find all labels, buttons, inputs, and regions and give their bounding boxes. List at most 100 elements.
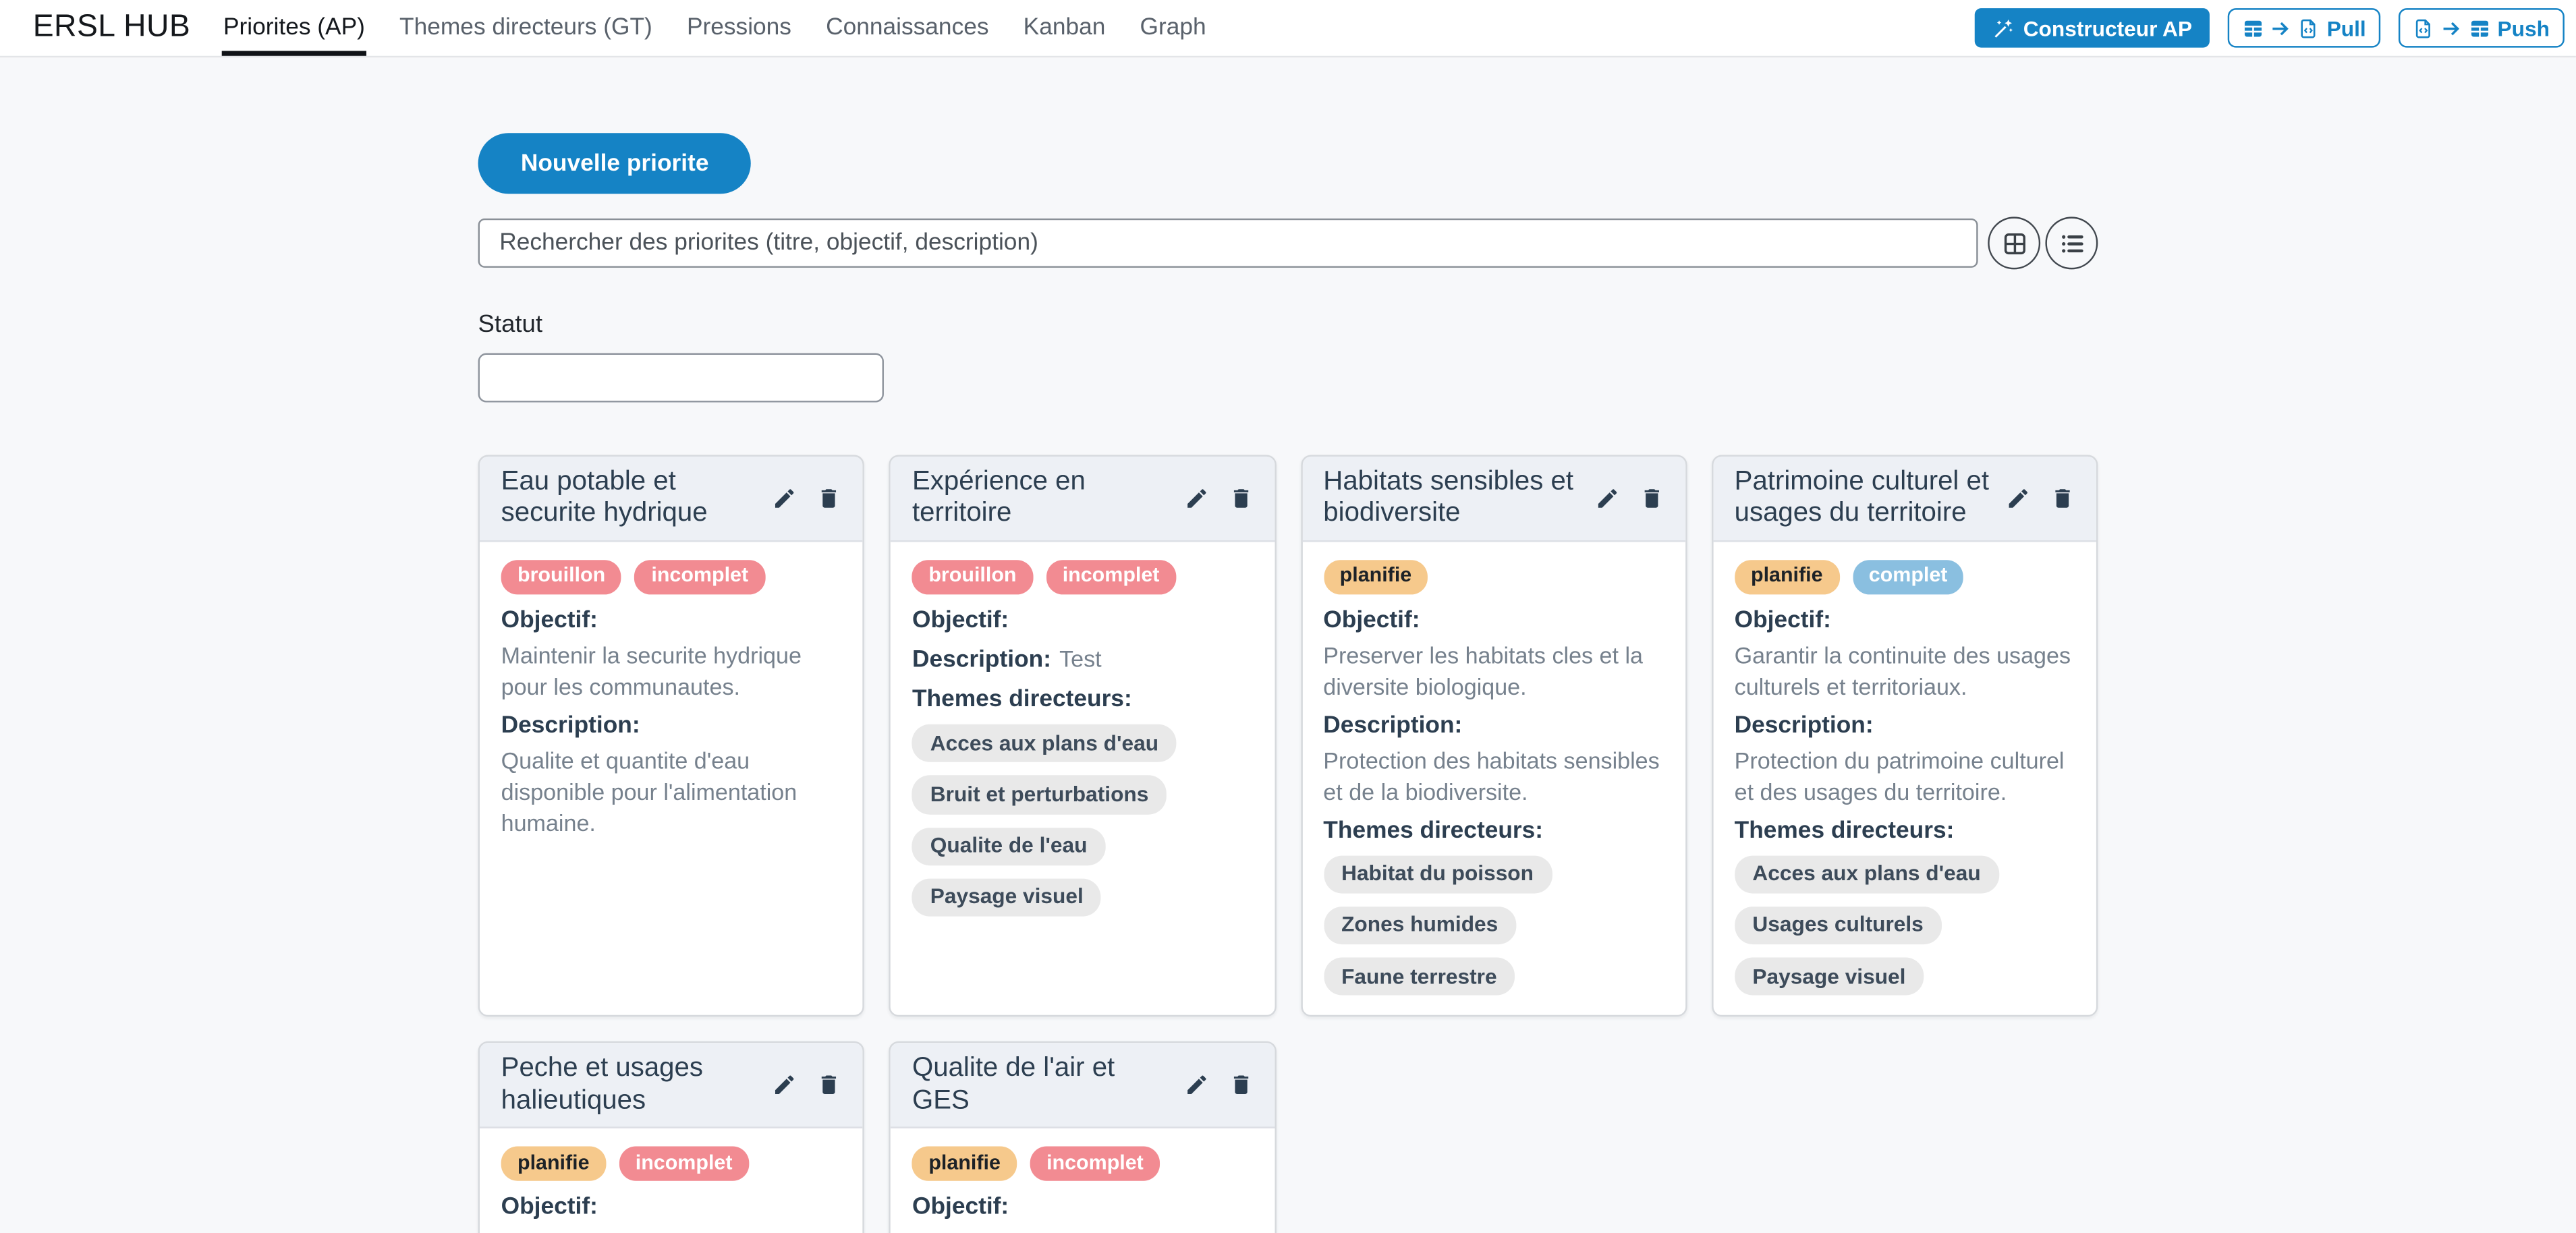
edit-button[interactable] xyxy=(1183,1073,1208,1098)
description-label: Description: xyxy=(1323,710,1664,741)
edit-button[interactable] xyxy=(1183,486,1208,511)
card-body: brouillonincomplet Objectif: Description… xyxy=(891,542,1274,936)
app-brand: ERSL HUB xyxy=(33,10,191,47)
pull-button[interactable]: Pull xyxy=(2229,8,2381,47)
grid-view-icon xyxy=(2000,229,2027,257)
priority-card: Patrimoine culturel et usages du territo… xyxy=(1712,455,2098,1016)
objectif-value: Preserver les habitats cles et la divers… xyxy=(1323,641,1664,703)
card-body: planifieincomplet Objectif: Reduire les … xyxy=(891,1128,1274,1233)
card-actions xyxy=(1183,1073,1252,1098)
delete-button[interactable] xyxy=(1228,1073,1253,1098)
edit-button[interactable] xyxy=(2006,486,2031,511)
card-title: Patrimoine culturel et usages du territo… xyxy=(1735,467,1993,531)
status-badges: brouillonincomplet xyxy=(912,560,1253,594)
search-row xyxy=(478,217,2098,269)
tab-pressions[interactable]: Pressions xyxy=(685,0,793,56)
grid-view-button[interactable] xyxy=(1988,217,2040,269)
search-input[interactable] xyxy=(478,219,1978,268)
card-title: Qualite de l'air et GES xyxy=(912,1053,1171,1117)
topbar-actions: Constructeur AP xyxy=(1974,0,2565,56)
tab-connaissances[interactable]: Connaissances xyxy=(824,0,990,56)
trash-icon xyxy=(817,1073,842,1098)
edit-button[interactable] xyxy=(1595,486,1620,511)
status-badge-planifie: planifie xyxy=(501,1147,606,1180)
tab-graph[interactable]: Graph xyxy=(1138,0,1208,56)
file-code-icon xyxy=(2413,18,2435,39)
delete-button[interactable] xyxy=(817,486,842,511)
objectif-value: Reduire les emissions et proteger la qua… xyxy=(912,1228,1253,1233)
themes-chips: Acces aux plans d'eauUsages culturelsPay… xyxy=(1735,855,2075,996)
statut-select[interactable] xyxy=(478,353,884,403)
status-badge-incomplet: incomplet xyxy=(619,1147,748,1180)
delete-button[interactable] xyxy=(2050,486,2075,511)
theme-chip-zones-humides: Zones humides xyxy=(1323,907,1516,945)
theme-chip-acces-aux-plans-d-eau: Acces aux plans d'eau xyxy=(912,724,1177,763)
card-actions xyxy=(1183,486,1252,511)
pencil-icon xyxy=(2006,486,2031,511)
delete-button[interactable] xyxy=(1228,486,1253,511)
description-inline-value: Test xyxy=(1059,646,1102,672)
card-actions xyxy=(1595,486,1664,511)
objectif-value: Assurer des conditions favorables a la p… xyxy=(501,1228,842,1233)
themes-label: Themes directeurs: xyxy=(1323,815,1664,847)
status-badge-planifie: planifie xyxy=(1323,560,1428,594)
status-badge-complet: complet xyxy=(1852,560,1963,594)
theme-chip-qualite-de-l-eau: Qualite de l'eau xyxy=(912,827,1105,865)
description-value: Protection des habitats sensibles et de … xyxy=(1323,747,1664,808)
description-value: Protection du patrimoine culturel et des… xyxy=(1735,747,2075,808)
tab-priorites-ap[interactable]: Priorites (AP) xyxy=(222,0,367,56)
table-icon xyxy=(2243,18,2265,39)
tab-kanban[interactable]: Kanban xyxy=(1021,0,1107,56)
card-title: Expérience en territoire xyxy=(912,467,1171,531)
tab-themes-directeurs-gt[interactable]: Themes directeurs (GT) xyxy=(398,0,654,56)
theme-chip-bruit-et-perturbations: Bruit et perturbations xyxy=(912,776,1167,814)
delete-button[interactable] xyxy=(1639,486,1664,511)
trash-icon xyxy=(2050,486,2075,511)
pencil-icon xyxy=(773,486,797,511)
priority-card: Qualite de l'air et GES xyxy=(889,1041,1276,1233)
priority-cards-grid: Eau potable et securite hydrique xyxy=(478,455,2098,1233)
objectif-label: Objectif: xyxy=(501,1192,842,1223)
status-badges: planifie xyxy=(1323,560,1664,594)
card-title: Eau potable et securite hydrique xyxy=(501,467,760,531)
themes-chips: Habitat du poisson Zones humides Faune ter… xyxy=(1323,855,1664,996)
list-view-button[interactable] xyxy=(2045,217,2098,269)
themes-chips: Acces aux plans d'eau Bruit et perturbati… xyxy=(912,724,1253,917)
magic-wand-icon xyxy=(1992,18,2013,39)
main-content: Nouvelle priorite xyxy=(478,57,2098,1233)
edit-button[interactable] xyxy=(773,486,797,511)
status-badges: planifiecomplet xyxy=(1735,560,2075,594)
arrow-right-icon xyxy=(2271,18,2293,39)
push-button[interactable]: Push xyxy=(2399,8,2564,47)
card-body: planifie incomplet Objectif: Assurer des … xyxy=(480,1128,863,1233)
constructeur-ap-label: Constructeur AP xyxy=(2023,16,2192,40)
theme-chip-habitat-du-poisson: Habitat du poisson xyxy=(1323,855,1551,893)
card-body: planifiecomplet Objectif: Garantir la co… xyxy=(1713,542,2096,1015)
theme-chip-paysage-visuel: Paysage visuel xyxy=(1735,958,1924,996)
themes-label: Themes directeurs: xyxy=(1735,815,2075,847)
card-actions xyxy=(773,486,841,511)
pencil-icon xyxy=(1183,1073,1208,1098)
edit-button[interactable] xyxy=(773,1073,797,1098)
card-actions xyxy=(2006,486,2075,511)
card-header: Patrimoine culturel et usages du territo… xyxy=(1713,457,2096,542)
status-badges: planifie incomplet xyxy=(501,1147,842,1180)
objectif-label: Objectif: xyxy=(1735,605,2075,636)
card-title: Habitats sensibles et biodiversite xyxy=(1323,467,1581,531)
objectif-label: Objectif: xyxy=(912,1192,1253,1223)
card-header: Habitats sensibles et biodiversite xyxy=(1302,457,1685,542)
theme-chip-acces-aux-plans-d-eau: Acces aux plans d'eau xyxy=(1735,855,1999,893)
card-header: Eau potable et securite hydrique xyxy=(480,457,863,542)
objectif-value: Garantir la continuite des usages cultur… xyxy=(1735,641,2075,703)
pencil-icon xyxy=(1595,486,1620,511)
status-badge-incomplet: incomplet xyxy=(1030,1147,1160,1180)
new-priority-button[interactable]: Nouvelle priorite xyxy=(478,133,752,194)
delete-button[interactable] xyxy=(817,1073,842,1098)
table-icon xyxy=(2469,18,2491,39)
theme-chip-faune-terrestre: Faune terrestre xyxy=(1323,958,1515,996)
statut-filter: Statut xyxy=(478,310,2098,402)
constructeur-ap-button[interactable]: Constructeur AP xyxy=(1974,8,2210,47)
statut-label: Statut xyxy=(478,310,2098,338)
status-badges: planifieincomplet xyxy=(912,1147,1253,1180)
priority-card: Peche et usages halieutiques xyxy=(478,1041,865,1233)
